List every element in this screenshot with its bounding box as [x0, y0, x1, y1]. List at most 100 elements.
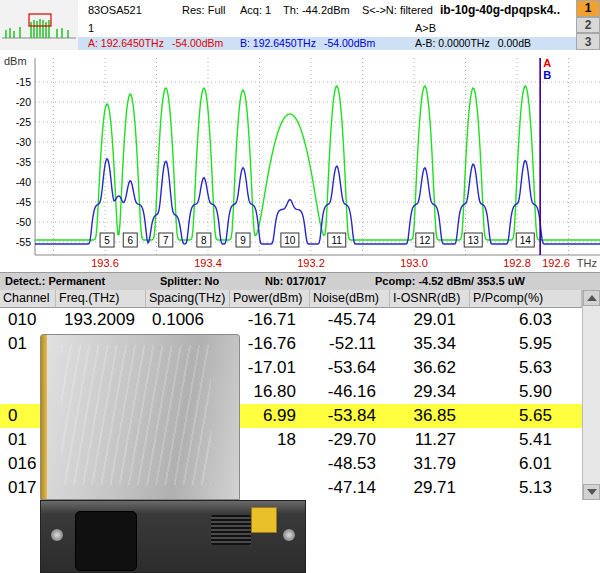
x-tick-label: 193.2	[297, 257, 325, 269]
spectrum-chart[interactable]: dBm-15-20-25-30-35-40-45-50-55193.6193.4…	[0, 50, 600, 272]
table-cell[interactable]	[230, 476, 310, 500]
channel-marker[interactable]: 13	[464, 233, 482, 247]
y-tick-label: -45	[16, 196, 31, 208]
channel-box	[416, 233, 434, 247]
x-axis-unit: THz	[577, 257, 597, 269]
column-header[interactable]: P/Pcomp(%)	[470, 290, 582, 308]
x-tick-label: 193.0	[400, 257, 428, 269]
status-field: Detect.: Permanent	[5, 273, 160, 290]
table-cell[interactable]: -47.14	[310, 476, 390, 500]
table-cell[interactable]: -17.01	[230, 356, 310, 380]
table-cell[interactable]: 11.27	[390, 428, 470, 452]
channel-label[interactable]: 7	[163, 235, 169, 246]
column-header[interactable]: Spacing(THz)	[146, 290, 230, 308]
table-cell[interactable]: 29.71	[390, 476, 470, 500]
table-cell[interactable]: 5.65	[470, 404, 582, 428]
cursor-line[interactable]	[540, 58, 541, 255]
table-cell[interactable]: -16.71	[230, 308, 310, 332]
channel-marker[interactable]: 14	[516, 233, 534, 247]
y-tick-label: -20	[16, 96, 31, 108]
table-cell[interactable]: 6.03	[470, 308, 582, 332]
table-cell[interactable]: 5.95	[470, 332, 582, 356]
channel-label[interactable]: 6	[127, 235, 133, 246]
channel-marker[interactable]: 9	[236, 233, 250, 247]
table-cell[interactable]: -53.84	[310, 404, 390, 428]
cursor-mode: A>B	[415, 20, 576, 37]
channel-label[interactable]: 8	[201, 235, 207, 246]
column-header[interactable]: Channel	[0, 290, 56, 308]
table-cell[interactable]: 31.79	[390, 452, 470, 476]
table-cell[interactable]: -16.76	[230, 332, 310, 356]
y-tick-label: -50	[16, 216, 31, 228]
channel-label[interactable]: 5	[104, 235, 110, 246]
table-cell[interactable]: 5.41	[470, 428, 582, 452]
y-tick-label: -55	[16, 236, 31, 248]
column-header[interactable]: Freq.(THz)	[56, 290, 146, 308]
table-row[interactable]: 010193.20090.1006-16.71-45.7429.016.03	[0, 308, 582, 332]
table-cell[interactable]: 36.62	[390, 356, 470, 380]
channel-marker[interactable]: 12	[416, 233, 434, 247]
table-cell[interactable]: 5.13	[470, 476, 582, 500]
table-cell[interactable]	[230, 452, 310, 476]
table-cell[interactable]: 6.01	[470, 452, 582, 476]
table-cell[interactable]: 010	[0, 308, 56, 332]
table-cell[interactable]: -29.70	[310, 428, 390, 452]
table-cell[interactable]: 29.34	[390, 380, 470, 404]
table-cell[interactable]: 35.34	[390, 332, 470, 356]
table-cell[interactable]: 18	[230, 428, 310, 452]
table-cell[interactable]: -46.16	[310, 380, 390, 404]
cursor-label[interactable]: B	[543, 69, 551, 81]
channel-marker[interactable]: 6	[123, 233, 137, 247]
table-cell[interactable]: 36.85	[390, 404, 470, 428]
y-tick-label: -40	[16, 176, 31, 188]
cursor-reading: A-B: 0.0000THz0.00dB	[415, 37, 576, 50]
channel-label[interactable]: 9	[240, 235, 246, 246]
channel-label[interactable]: 11	[332, 235, 343, 246]
channel-box	[464, 233, 482, 247]
table-cell[interactable]: 0.1006	[146, 308, 230, 332]
column-header[interactable]: I-OSNR(dB)	[390, 290, 470, 308]
header-info: 83OSA521Res: FullAcq: 1Th: -44.2dBmS<->N…	[78, 0, 576, 50]
file-title: ib-10g-40g-dpqpsk4..	[440, 1, 576, 19]
table-cell[interactable]: 5.90	[470, 380, 582, 404]
channel-label[interactable]: 12	[419, 235, 431, 246]
table-cell[interactable]: 29.01	[390, 308, 470, 332]
channel-label[interactable]: 10	[284, 235, 296, 246]
channel-marker[interactable]: 8	[197, 233, 211, 247]
table-cell[interactable]: 5.63	[470, 356, 582, 380]
trace-tab[interactable]: 2	[576, 17, 600, 34]
channel-marker[interactable]: 11	[328, 233, 346, 247]
table-cell[interactable]: -52.11	[310, 332, 390, 356]
reading-value: -54.00dBm	[324, 37, 375, 50]
tab-label[interactable]: 2	[585, 19, 592, 31]
scrollbar[interactable]	[582, 290, 600, 500]
table-cell[interactable]: -53.64	[310, 356, 390, 380]
cursor-line[interactable]	[540, 58, 541, 255]
cursor-label[interactable]: A	[543, 57, 551, 69]
table-cell[interactable]: 6.99	[230, 404, 310, 428]
channel-marker[interactable]: 5	[100, 233, 114, 247]
channel-marker[interactable]: 7	[159, 233, 173, 247]
table-cell[interactable]: -48.53	[310, 452, 390, 476]
grid-line	[35, 102, 600, 103]
spectrum-thumbnail-icon[interactable]	[0, 0, 78, 50]
grid-line	[35, 122, 600, 123]
column-header[interactable]: Power(dBm)	[230, 290, 310, 308]
table-cell[interactable]: -45.74	[310, 308, 390, 332]
scroll-up-icon[interactable]	[583, 290, 600, 306]
table-cell[interactable]: 16.80	[230, 380, 310, 404]
channel-marker[interactable]: 10	[281, 233, 299, 247]
tab-label[interactable]: 1	[585, 2, 592, 14]
channel-label[interactable]: 14	[520, 235, 532, 246]
scroll-down-icon[interactable]	[583, 484, 600, 500]
trace-tab[interactable]: 1	[576, 0, 600, 17]
channel-label[interactable]: 13	[468, 235, 480, 246]
y-tick-label: -35	[16, 156, 31, 168]
trace-tab[interactable]: 3	[576, 33, 600, 50]
y-axis-label: dBm	[4, 55, 27, 67]
column-header[interactable]: Noise(dBm)	[310, 290, 390, 308]
x-tick-label: 193.4	[194, 257, 222, 269]
screw-icon	[283, 529, 295, 541]
tab-label[interactable]: 3	[585, 36, 592, 48]
table-cell[interactable]: 193.2009	[56, 308, 146, 332]
